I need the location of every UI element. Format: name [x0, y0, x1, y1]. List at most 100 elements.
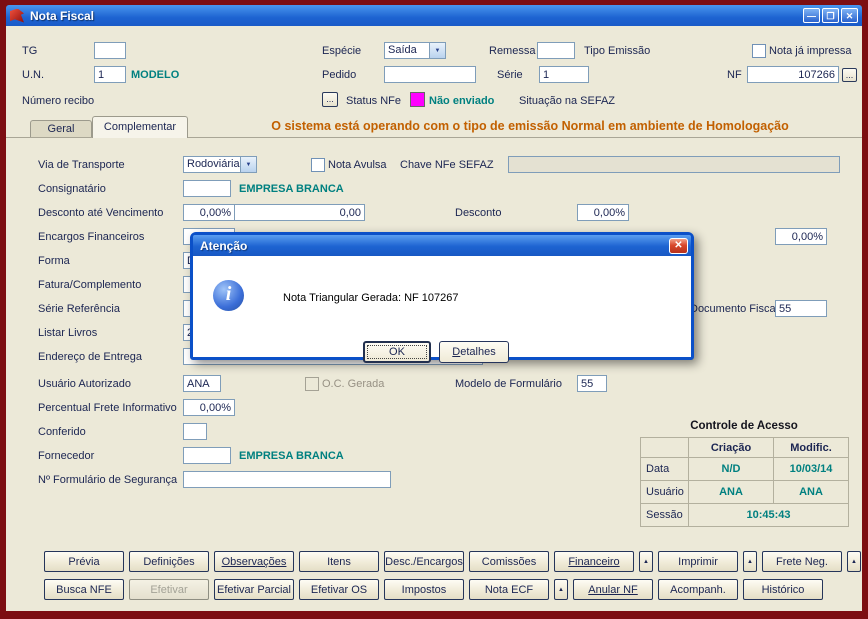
efetivar-parcial-button[interactable]: Efetivar Parcial — [214, 579, 294, 600]
access-row-data-label: Data — [641, 458, 689, 481]
dialog-message: Nota Triangular Gerada: NF 107267 — [283, 292, 459, 304]
formulario-seguranca-input[interactable] — [183, 471, 391, 488]
tab-complementar[interactable]: Complementar — [92, 116, 188, 138]
app-icon — [10, 8, 24, 23]
especie-select[interactable]: Saída ▼ — [384, 42, 446, 59]
fatura-label: Fatura/Complemento — [38, 279, 142, 291]
anular-nf-button[interactable]: Anular NF — [573, 579, 653, 600]
efetivar-button: Efetivar — [129, 579, 209, 600]
tipo-emissao-label: Tipo Emissão — [584, 45, 651, 57]
serie-input[interactable] — [539, 66, 589, 83]
conferido-input[interactable] — [183, 423, 207, 440]
pedido-input[interactable] — [384, 66, 476, 83]
documento-fiscal-input[interactable] — [775, 300, 827, 317]
comissoes-button[interactable]: Comissões — [469, 551, 549, 572]
efetivar-os-button[interactable]: Efetivar OS — [299, 579, 379, 600]
access-usuario-criacao: ANA — [689, 481, 774, 504]
perc-frete-label: Percentual Frete Informativo — [38, 402, 177, 414]
impostos-button[interactable]: Impostos — [384, 579, 464, 600]
situacao-sefaz-label: Situação na SEFAZ — [519, 95, 615, 107]
atencao-dialog-title: Atenção — [200, 238, 248, 253]
window-frame: Nota Fiscal — ❐ ✕ TG Espécie Saída ▼ Rem… — [0, 0, 868, 619]
maximize-icon[interactable]: ❐ — [822, 8, 839, 23]
chevron-down-icon[interactable]: ▼ — [240, 157, 256, 172]
fornecedor-input[interactable] — [183, 447, 231, 464]
titlebar[interactable]: Nota Fiscal — ❐ ✕ — [6, 5, 862, 26]
button-row-1: Prévia Definições Observações Itens Desc… — [44, 551, 862, 572]
access-data-criacao: N/D — [689, 458, 774, 481]
ok-button[interactable]: OK — [363, 341, 431, 363]
access-control-title: Controle de Acesso — [690, 420, 798, 432]
modelo-formulario-label: Modelo de Formulário — [455, 378, 562, 390]
modelo-formulario-input[interactable] — [577, 375, 607, 392]
nf-input[interactable] — [747, 66, 839, 83]
pedido-label: Pedido — [322, 69, 357, 81]
nota-ecf-button[interactable]: Nota ECF — [469, 579, 549, 600]
window-title: Nota Fiscal — [30, 8, 95, 23]
imprimir-up-arrow-icon[interactable]: ▲ — [743, 551, 757, 572]
fornecedor-label: Fornecedor — [38, 450, 95, 462]
access-col-criacao: Criação — [689, 438, 774, 458]
atencao-dialog-titlebar[interactable]: Atenção ✕ — [193, 235, 691, 256]
access-control-table: Criação Modific. Data N/D 10/03/14 Usuár… — [640, 437, 849, 527]
desconto-label: Desconto — [455, 207, 502, 219]
numero-recibo-label: Número recibo — [22, 95, 95, 107]
financeiro-button[interactable]: Financeiro — [554, 551, 634, 572]
desconto-venc-label: Desconto até Vencimento — [38, 207, 164, 219]
previa-button[interactable]: Prévia — [44, 551, 124, 572]
documento-fiscal-label: Documento Fiscal — [690, 303, 779, 315]
access-data-modific: 10/03/14 — [774, 458, 849, 481]
recibo-more-button[interactable]: ... — [322, 92, 338, 107]
chave-nfe-label: Chave NFe SEFAZ — [400, 159, 494, 171]
frete-neg-button[interactable]: Frete Neg. — [762, 551, 842, 572]
minimize-icon[interactable]: — — [803, 8, 820, 23]
nf-more-button[interactable]: ... — [842, 68, 857, 82]
desconto-venc-pct-input[interactable] — [183, 204, 235, 221]
chave-nfe-input — [508, 156, 840, 173]
atencao-dialog: Atenção ✕ i Nota Triangular Gerada: NF 1… — [190, 232, 694, 363]
formulario-seguranca-label: Nº Formulário de Segurança — [38, 474, 178, 486]
desconto-pct-input[interactable] — [577, 204, 629, 221]
frete-neg-up-arrow-icon[interactable]: ▲ — [847, 551, 861, 572]
definicoes-button[interactable]: Definições — [129, 551, 209, 572]
encargos-pct-input[interactable] — [775, 228, 827, 245]
listar-livros-label: Listar Livros — [38, 327, 98, 339]
remessa-input[interactable] — [537, 42, 575, 59]
info-icon: i — [213, 280, 244, 311]
financeiro-up-arrow-icon[interactable]: ▲ — [639, 551, 653, 572]
conferido-label: Conferido — [38, 426, 86, 438]
detalhes-button[interactable]: Detalhes — [439, 341, 509, 363]
tg-input[interactable] — [94, 42, 126, 59]
close-icon[interactable]: ✕ — [841, 8, 858, 23]
acompanh-button[interactable]: Acompanh. — [658, 579, 738, 600]
status-nfe-label: Status NFe — [346, 95, 402, 107]
serie-referencia-label: Série Referência — [38, 303, 120, 315]
un-input[interactable] — [94, 66, 126, 83]
nota-ja-impressa-label: Nota já impressa — [769, 45, 852, 57]
especie-label: Espécie — [322, 45, 362, 57]
status-nfe-value: Não enviado — [429, 95, 495, 107]
nota-ja-impressa-checkbox[interactable] — [752, 44, 766, 58]
remessa-label: Remessa — [489, 45, 536, 57]
un-label: U.N. — [22, 69, 44, 81]
forma-label: Forma — [38, 255, 70, 267]
busca-nfe-button[interactable]: Busca NFE — [44, 579, 124, 600]
button-row-2: Busca NFE Efetivar Efetivar Parcial Efet… — [44, 579, 862, 600]
chevron-down-icon[interactable]: ▼ — [429, 43, 445, 58]
dialog-close-icon[interactable]: ✕ — [669, 237, 688, 254]
desconto-venc-valor-input[interactable] — [234, 204, 365, 221]
via-transporte-select[interactable]: Rodoviária ▼ — [183, 156, 257, 173]
historico-button[interactable]: Histórico — [743, 579, 823, 600]
imprimir-button[interactable]: Imprimir — [658, 551, 738, 572]
observacoes-button[interactable]: Observações — [214, 551, 294, 572]
nota-avulsa-label: Nota Avulsa — [328, 159, 387, 171]
nota-avulsa-checkbox[interactable] — [311, 158, 325, 172]
tab-geral[interactable]: Geral — [30, 120, 92, 137]
nota-ecf-up-arrow-icon[interactable]: ▲ — [554, 579, 568, 600]
itens-button[interactable]: Itens — [299, 551, 379, 572]
desc-encargos-button[interactable]: Desc./Encargos — [384, 551, 464, 572]
consignatario-input[interactable] — [183, 180, 231, 197]
perc-frete-input[interactable] — [183, 399, 235, 416]
access-sessao-value: 10:45:43 — [689, 504, 849, 527]
usuario-autorizado-input[interactable] — [183, 375, 221, 392]
